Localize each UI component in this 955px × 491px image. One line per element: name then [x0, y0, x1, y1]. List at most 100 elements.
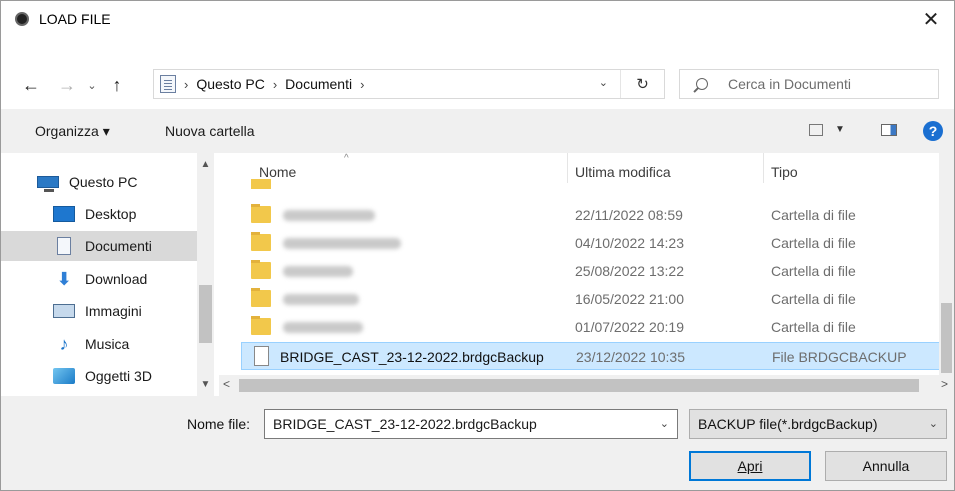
cell-type: Cartella di file [771, 319, 856, 335]
search-box[interactable]: Cerca in Documenti [679, 69, 939, 99]
sidebar-item-documenti[interactable]: Documenti [1, 231, 197, 261]
documents-icon [57, 237, 71, 255]
open-button-label: Apri [737, 458, 763, 474]
cell-type: Cartella di file [771, 291, 856, 307]
navigation-pane-scrollbar[interactable]: ▲ ▼ [197, 153, 214, 396]
app-icon [15, 12, 29, 26]
command-bar: Organizza ▾ Nuova cartella ▼ ? [1, 109, 954, 153]
open-button[interactable]: Apri [689, 451, 811, 481]
column-header-name[interactable]: Nome [259, 164, 296, 180]
preview-pane-icon[interactable] [881, 124, 897, 136]
table-row[interactable]: 22/11/2022 08:59 Cartella di file [241, 201, 941, 229]
download-icon: ⬇ [56, 269, 72, 289]
filename-input[interactable]: BRIDGE_CAST_23-12-2022.brdgcBackup ⌄ [264, 409, 678, 439]
folder-icon [251, 288, 271, 307]
scroll-up-icon[interactable]: ▲ [197, 159, 214, 170]
organize-menu[interactable]: Organizza ▾ [35, 123, 110, 140]
up-button[interactable]: ↑ [103, 73, 131, 97]
cell-modified: 25/08/2022 13:22 [575, 263, 684, 279]
cell-type: Cartella di file [771, 263, 856, 279]
close-button[interactable]: ✕ [908, 1, 954, 37]
scroll-right-icon[interactable]: > [941, 377, 948, 391]
folder-icon [251, 316, 271, 335]
navigation-bar: ← → ⌄ ↑ › Questo PC › Documenti › ⌄ ↻ Ce… [1, 37, 954, 109]
partial-hidden-row [241, 179, 941, 189]
view-options-caret-icon[interactable]: ▼ [835, 124, 845, 135]
obscured-filename [283, 294, 359, 305]
file-list-horizontal-scrollbar[interactable]: < > [219, 375, 954, 396]
window-title: LOAD FILE [39, 11, 111, 27]
scroll-left-icon[interactable]: < [223, 377, 230, 391]
column-header-type[interactable]: Tipo [771, 164, 798, 180]
help-icon[interactable]: ? [923, 121, 943, 141]
address-dropdown-icon[interactable]: ⌄ [599, 76, 608, 89]
documents-icon [160, 75, 176, 93]
sidebar-item-label: Immagini [85, 303, 142, 319]
file-type-value: BACKUP file(*.brdgcBackup) [698, 416, 878, 432]
sort-ascending-icon: ^ [344, 153, 349, 164]
objects-3d-icon [53, 368, 75, 384]
chevron-down-icon[interactable]: ⌄ [660, 417, 669, 430]
scrollbar-thumb[interactable] [239, 379, 919, 392]
obscured-filename [283, 238, 401, 249]
new-folder-button[interactable]: Nuova cartella [165, 123, 255, 139]
refresh-button[interactable]: ↻ [620, 70, 664, 98]
breadcrumb-item-documenti[interactable]: Documenti [285, 76, 352, 92]
cell-modified: 22/11/2022 08:59 [575, 207, 683, 223]
cell-modified: 16/05/2022 21:00 [575, 291, 684, 307]
sidebar-item-immagini[interactable]: Immagini [53, 296, 211, 326]
table-row-selected[interactable]: BRIDGE_CAST_23-12-2022.brdgcBackup 23/12… [241, 342, 941, 370]
recent-locations-icon[interactable]: ⌄ [83, 73, 101, 97]
forward-button[interactable]: → [53, 73, 81, 97]
sidebar-item-label: Download [85, 271, 148, 287]
column-header-modified[interactable]: Ultima modifica [575, 164, 671, 180]
address-bar[interactable]: › Questo PC › Documenti › ⌄ ↻ [153, 69, 665, 99]
search-placeholder: Cerca in Documenti [728, 76, 851, 92]
title-bar: LOAD FILE ✕ [1, 1, 954, 37]
folder-icon [251, 260, 271, 279]
navigation-pane: Questo PC Desktop Documenti ⬇ Download I… [1, 153, 219, 396]
scroll-down-icon[interactable]: ▼ [197, 379, 214, 390]
table-row[interactable]: 01/07/2022 20:19 Cartella di file [241, 313, 941, 341]
sidebar-item-label: Oggetti 3D [85, 368, 152, 384]
cell-modified: 04/10/2022 14:23 [575, 235, 684, 251]
sidebar-item-desktop[interactable]: Desktop [53, 199, 211, 229]
file-type-select[interactable]: BACKUP file(*.brdgcBackup) ⌄ [689, 409, 947, 439]
cell-modified: 23/12/2022 10:35 [576, 349, 685, 365]
sidebar-item-label: Documenti [85, 238, 152, 254]
images-icon [53, 304, 75, 318]
sidebar-item-questo-pc[interactable]: Questo PC [37, 167, 195, 197]
sidebar-item-label: Desktop [85, 206, 137, 222]
load-file-dialog: LOAD FILE ✕ ← → ⌄ ↑ › Questo PC › Docume… [0, 0, 955, 491]
filename-value: BRIDGE_CAST_23-12-2022.brdgcBackup [273, 416, 537, 432]
cancel-button[interactable]: Annulla [825, 451, 947, 481]
folder-icon [251, 204, 271, 223]
table-row[interactable]: 04/10/2022 14:23 Cartella di file [241, 229, 941, 257]
sidebar-item-label: Questo PC [69, 174, 138, 190]
dialog-footer: Nome file: BRIDGE_CAST_23-12-2022.brdgcB… [1, 396, 954, 490]
breadcrumb-item-questo-pc[interactable]: Questo PC [196, 76, 264, 92]
scrollbar-thumb[interactable] [199, 285, 212, 343]
cell-type: File BRDGCBACKUP [772, 349, 907, 365]
file-icon [254, 346, 269, 366]
table-row[interactable]: 25/08/2022 13:22 Cartella di file [241, 257, 941, 285]
breadcrumb-separator-icon: › [184, 76, 189, 92]
desktop-icon [53, 206, 75, 222]
scrollbar-thumb[interactable] [941, 303, 952, 373]
view-options-icon[interactable] [809, 124, 823, 136]
obscured-filename [283, 266, 353, 277]
cell-name: BRIDGE_CAST_23-12-2022.brdgcBackup [280, 349, 544, 365]
sidebar-item-oggetti-3d[interactable]: Oggetti 3D [53, 361, 211, 391]
sidebar-item-musica[interactable]: ♪ Musica [53, 329, 211, 359]
file-list-vertical-scrollbar[interactable] [939, 153, 954, 379]
breadcrumb-separator-icon[interactable]: › [360, 77, 364, 92]
sidebar-item-download[interactable]: ⬇ Download [53, 264, 211, 294]
folder-icon [251, 232, 271, 251]
back-button[interactable]: ← [17, 73, 45, 97]
sidebar-item-label: Musica [85, 336, 130, 352]
obscured-filename [283, 210, 375, 221]
cell-type: Cartella di file [771, 207, 856, 223]
folder-icon [251, 179, 271, 189]
chevron-down-icon[interactable]: ⌄ [929, 417, 938, 430]
table-row[interactable]: 16/05/2022 21:00 Cartella di file [241, 285, 941, 313]
